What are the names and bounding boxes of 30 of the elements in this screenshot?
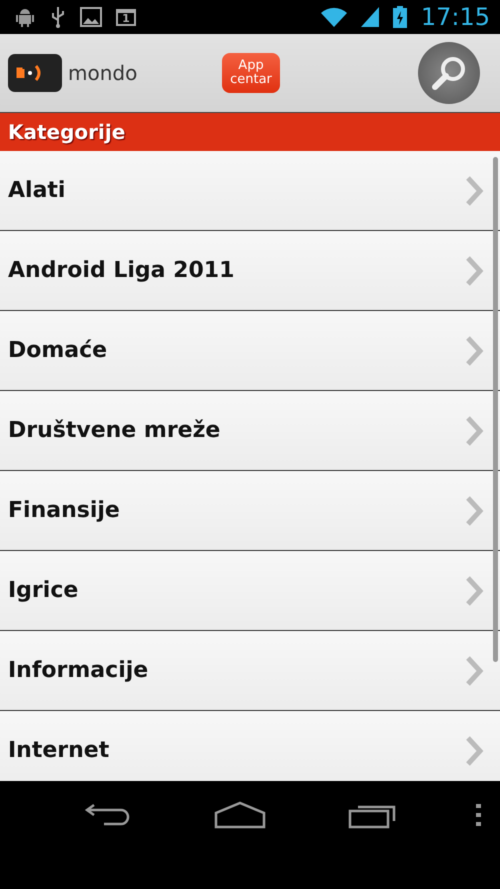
battery-icon <box>392 6 407 28</box>
category-item[interactable]: Internet <box>0 711 500 781</box>
section-title: Kategorije <box>0 113 500 151</box>
android-icon <box>14 6 36 28</box>
wifi-icon <box>320 7 347 27</box>
chevron-icon <box>464 414 484 446</box>
category-item[interactable]: Informacije <box>0 631 500 711</box>
home-button[interactable] <box>214 801 266 829</box>
category-item[interactable]: Društvene mreže <box>0 391 500 471</box>
chevron-icon <box>464 734 484 766</box>
chevron-icon <box>464 494 484 526</box>
clock-time: 17:15 <box>420 3 490 31</box>
app-center-button[interactable]: App centar <box>222 53 280 93</box>
chevron-icon <box>464 174 484 206</box>
calendar-icon: 1 <box>116 8 136 26</box>
signal-icon <box>360 7 379 27</box>
usb-icon <box>50 6 66 28</box>
chevron-icon <box>464 254 484 286</box>
category-item[interactable]: Android Liga 2011 <box>0 231 500 311</box>
chevron-icon <box>464 654 484 686</box>
image-icon <box>80 7 102 27</box>
logo-icon <box>8 54 62 92</box>
logo-text: mondo <box>68 61 138 85</box>
category-item[interactable]: Igrice <box>0 551 500 631</box>
category-item[interactable]: Finansije <box>0 471 500 551</box>
menu-button[interactable] <box>476 804 482 826</box>
category-item[interactable]: Domaće <box>0 311 500 391</box>
chevron-icon <box>464 574 484 606</box>
chevron-icon <box>464 334 484 366</box>
category-item[interactable]: Alati <box>0 151 500 231</box>
